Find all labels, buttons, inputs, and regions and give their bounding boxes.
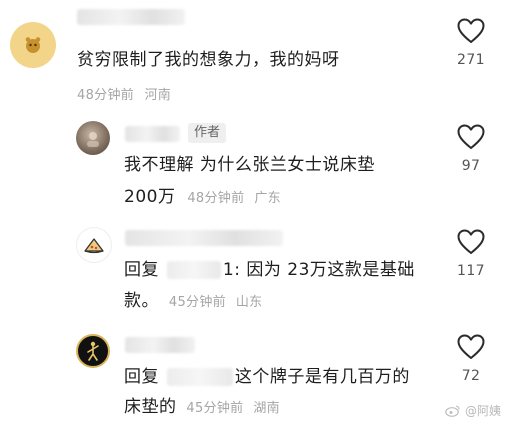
comment-2: 作者 我不理解 为什么张兰女士说床垫 200万 48分钟前 广东 97: [0, 112, 511, 217]
comment-text-line-2: 款。 45分钟前 山东: [124, 288, 262, 316]
username-blurred[interactable]: [125, 230, 283, 246]
mention-blurred[interactable]: [166, 368, 233, 386]
like-count: 97: [461, 158, 481, 174]
avatar[interactable]: [10, 22, 56, 68]
comment-location: 河南: [144, 88, 172, 103]
comment-text-line-1: 回复 1: 因为 23万这款是基础: [124, 257, 415, 283]
comment-time: 45分钟前: [168, 295, 226, 310]
comment-meta: 48分钟前 河南: [77, 84, 171, 103]
author-badge: 作者: [188, 123, 227, 143]
like-button[interactable]: 271: [441, 18, 501, 68]
comment-text-line-2-content: 200万: [124, 187, 176, 207]
avatar[interactable]: [76, 334, 110, 368]
username-blurred[interactable]: [125, 337, 195, 353]
comment-location: 广东: [254, 191, 281, 206]
comment-text-line-1: 我不理解 为什么张兰女士说床垫: [124, 155, 375, 175]
comment-4: 回复 这个牌子是有几百万的 床垫的 45分钟前 湖南 72: [0, 322, 511, 425]
pizza-avatar-icon: [84, 238, 104, 254]
watermark-text: @阿姨: [464, 404, 501, 418]
comment-text-line-2: 床垫的 45分钟前 湖南: [124, 394, 280, 422]
avatar[interactable]: [76, 121, 110, 155]
like-button[interactable]: 117: [441, 229, 501, 279]
tiger-avatar-icon: [25, 37, 41, 53]
username-blurred[interactable]: [125, 126, 180, 142]
figure-logo-icon: [87, 341, 99, 361]
comment-time: 48分钟前: [187, 191, 245, 206]
username-blurred[interactable]: [77, 9, 185, 25]
weibo-logo-icon: [445, 405, 460, 417]
mention-blurred[interactable]: [166, 261, 221, 279]
like-count: 117: [457, 263, 485, 279]
like-button[interactable]: 97: [441, 124, 501, 174]
heart-outline-icon: [457, 229, 485, 254]
heart-outline-icon: [457, 334, 485, 359]
comment-text-line-2-content: 款。: [124, 291, 159, 311]
comment-text-rest: 这个牌子是有几百万的: [234, 367, 410, 387]
watermark: @阿姨: [445, 402, 501, 419]
comment-text-line-2-content: 床垫的: [124, 397, 177, 417]
heart-outline-icon: [457, 18, 485, 43]
comment-1: 贫穷限制了我的想象力，我的妈呀 48分钟前 河南 271: [0, 0, 511, 112]
mention-tail: 1: [222, 260, 235, 280]
reply-prefix: 回复: [124, 367, 159, 387]
like-count: 271: [457, 52, 485, 68]
photo-avatar-icon: [87, 132, 99, 147]
comment-text-line-1: 回复 这个牌子是有几百万的: [124, 364, 410, 390]
comment-location: 山东: [235, 295, 263, 310]
comment-location: 湖南: [253, 401, 280, 416]
comment-time: 48分钟前: [77, 88, 135, 103]
reply-prefix: 回复: [124, 260, 159, 280]
comment-text: 贫穷限制了我的想象力，我的妈呀: [77, 50, 340, 70]
comment-text-line-2: 200万 48分钟前 广东: [124, 184, 281, 212]
comment-3: 回复 1: 因为 23万这款是基础 款。 45分钟前 山东 117: [0, 217, 511, 322]
comment-time: 45分钟前: [186, 401, 244, 416]
like-count: 72: [461, 368, 481, 384]
comment-text-rest: : 因为 23万这款是基础: [234, 260, 415, 280]
heart-outline-icon: [457, 124, 485, 149]
like-button[interactable]: 72: [441, 334, 501, 384]
avatar[interactable]: [76, 227, 112, 263]
